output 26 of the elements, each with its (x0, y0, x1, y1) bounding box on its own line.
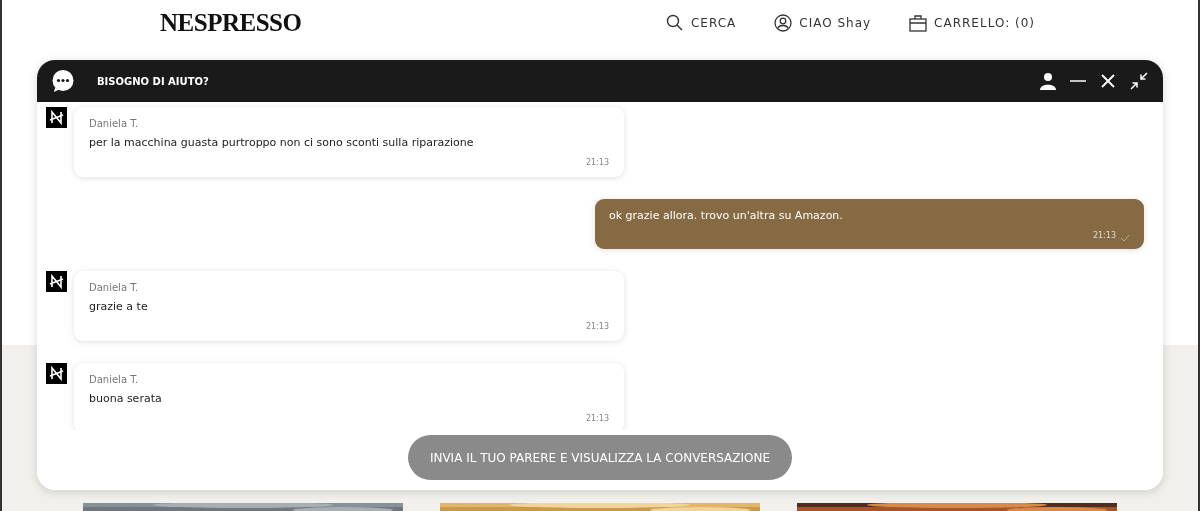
close-icon[interactable] (1099, 72, 1117, 90)
sender-name: Daniela T. (89, 281, 140, 295)
message-text: per la macchina guasta purtroppo non ci sono sconti sulla riparazione (89, 135, 475, 151)
sender-name: Daniela T. (89, 373, 140, 387)
nav-link[interactable]: CERCA (665, 13, 737, 32)
user-icon[interactable] (1039, 72, 1057, 90)
message-time: 21:13 (1092, 230, 1116, 242)
bag-icon (909, 13, 928, 32)
message-time: 21:13 (584, 321, 609, 333)
account-icon (774, 13, 793, 32)
sender-name: Daniela T. (89, 117, 140, 131)
nav-link[interactable]: CIAO Shay (774, 13, 872, 32)
message-time: 21:13 (584, 157, 609, 169)
message-text: ok grazie allora. trovo un'altra su Amazon. (609, 208, 844, 224)
message-time: 21:13 (584, 413, 609, 425)
logo[interactable]: NESPRESSO (160, 3, 302, 42)
message-text: grazie a te (89, 299, 149, 315)
agent-avatar-icon (46, 107, 67, 128)
chat-icon (51, 69, 75, 93)
chat-title: BISOGNO DI AIUTO? (97, 74, 209, 89)
collapse-icon[interactable] (1129, 71, 1149, 91)
message-text: buona serata (89, 391, 163, 407)
search-icon (665, 13, 684, 32)
agent-avatar-icon (46, 271, 67, 292)
nav-link[interactable]: CARRELLO: (0) (909, 13, 1035, 32)
agent-avatar-icon (46, 363, 67, 384)
